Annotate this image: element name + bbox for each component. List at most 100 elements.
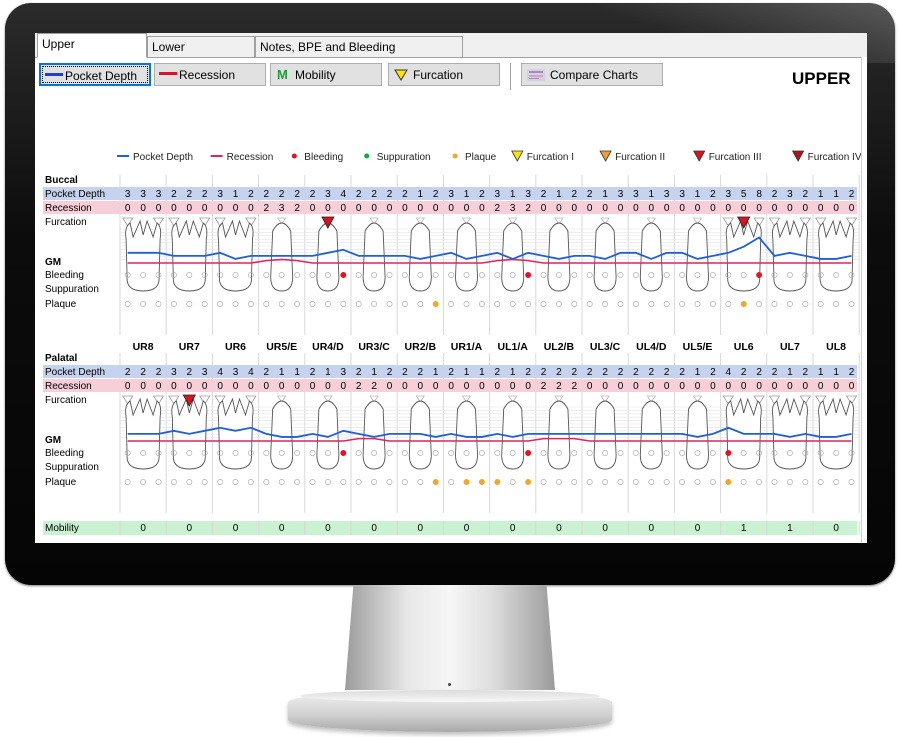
palatal-pd-value: 3	[202, 367, 208, 378]
palatal-rec-value: 0	[741, 381, 747, 392]
buccal-pd-value: 2	[710, 189, 716, 200]
palatal-pd-value: 1	[371, 367, 377, 378]
palatal-pd-value: 1	[464, 367, 470, 378]
pocket-depth-button[interactable]: Pocket Depth	[39, 63, 151, 86]
recession-line-icon	[159, 72, 177, 75]
palatal-bleed-site	[525, 450, 532, 456]
palatal-plaque-site	[463, 479, 470, 485]
palatal-plaque-site	[494, 479, 501, 485]
buccal-tooth	[639, 222, 663, 292]
palatal-rec-value: 0	[202, 381, 208, 392]
buccal-pd-value: 1	[510, 189, 516, 200]
buccal-supp-label: Suppuration	[45, 284, 99, 295]
buccal-rec-value: 3	[279, 203, 285, 214]
monitor-logo-dot	[448, 683, 451, 686]
buccal-tooth	[316, 222, 340, 292]
buccal-plaque-site	[740, 301, 747, 307]
tooth-label: UL6	[734, 341, 754, 353]
palatal-rec-value: 0	[772, 381, 778, 392]
tab-notes-bpe-bleeding[interactable]: Notes, BPE and Bleeding	[255, 36, 463, 57]
palatal-supp-label: Suppuration	[45, 462, 99, 473]
palatal-rec-value: 0	[726, 381, 732, 392]
tab-upper-label: Upper	[42, 37, 75, 51]
mobility-value: 0	[187, 523, 193, 534]
palatal-pd-value: 2	[356, 367, 362, 378]
palatal-pd-value: 2	[448, 367, 454, 378]
tab-lower[interactable]: Lower	[147, 36, 255, 57]
buccal-rec-value: 0	[125, 203, 131, 214]
furcation-button-label: Furcation	[413, 68, 464, 82]
buccal-rec-value: 0	[418, 203, 424, 214]
palatal-rec-value: 0	[849, 381, 855, 392]
buccal-pd-value: 3	[679, 189, 685, 200]
buccal-pd-value: 1	[602, 189, 608, 200]
legend-label-0: Pocket Depth	[133, 152, 193, 163]
monitor-stand-base-top	[300, 690, 600, 702]
tab-upper[interactable]: Upper	[37, 33, 147, 58]
palatal-pd-value: 2	[633, 367, 639, 378]
buccal-pd-value: 4	[341, 189, 347, 200]
buccal-rec-value: 3	[510, 203, 516, 214]
mobility-label: Mobility	[45, 523, 79, 534]
palatal-rec-value: 0	[171, 381, 177, 392]
tooth-label: UR7	[179, 341, 200, 353]
palatal-pd-value: 2	[402, 367, 408, 378]
mobility-value: 0	[325, 523, 331, 534]
buccal-pd-value: 2	[387, 189, 393, 200]
palatal-pd-label: Pocket Depth	[45, 367, 105, 378]
buccal-pd-value: 2	[433, 189, 439, 200]
buccal-rec-value: 0	[541, 203, 547, 214]
legend-label-7: Furcation III	[709, 152, 762, 163]
buccal-plaque-label: Plaque	[45, 299, 77, 310]
tooth-label: UL1/A	[498, 341, 529, 353]
palatal-pd-value: 2	[495, 367, 501, 378]
buccal-pd-value: 1	[233, 189, 239, 200]
palatal-rec-value: 0	[818, 381, 824, 392]
buccal-pd-value: 2	[541, 189, 547, 200]
buccal-pd-value: 1	[649, 189, 655, 200]
palatal-gm-label: GM	[45, 435, 61, 446]
palatal-pd-value: 2	[741, 367, 747, 378]
palatal-rec-value: 2	[541, 381, 547, 392]
palatal-rec-value: 0	[710, 381, 716, 392]
buccal-rec-value: 0	[171, 203, 177, 214]
palatal-pd-value: 2	[772, 367, 778, 378]
palatal-rec-value: 0	[510, 381, 516, 392]
palatal-pd-value: 1	[695, 367, 701, 378]
palatal-pd-value: 1	[325, 367, 331, 378]
palatal-pd-value: 2	[803, 367, 809, 378]
monitor-stand-neck	[345, 585, 555, 690]
buccal-rec-value: 0	[233, 203, 239, 214]
palatal-bleed-site	[340, 450, 347, 456]
toolbar-separator	[510, 63, 511, 90]
buccal-pd-value: 3	[495, 189, 501, 200]
palatal-tooth	[547, 400, 571, 470]
buccal-rec-value: 0	[387, 203, 393, 214]
buccal-pd-value: 8	[756, 189, 762, 200]
palatal-plaque-site	[478, 479, 485, 485]
mobility-button[interactable]: M Mobility	[270, 63, 382, 86]
palatal-rec-value: 0	[325, 381, 331, 392]
palatal-pd-value: 4	[217, 367, 223, 378]
palatal-rec-value: 0	[756, 381, 762, 392]
palatal-rec-value: 0	[248, 381, 254, 392]
furcation-button[interactable]: Furcation	[388, 63, 500, 86]
buccal-pd-value: 3	[125, 189, 131, 200]
tab-notes-label: Notes, BPE and Bleeding	[260, 40, 396, 54]
buccal-pd-value: 2	[371, 189, 377, 200]
buccal-pd-value: 2	[479, 189, 485, 200]
palatal-pd-value: 2	[849, 367, 855, 378]
buccal-pd-value: 2	[264, 189, 270, 200]
buccal-rec-value: 0	[448, 203, 454, 214]
buccal-rec-value: 0	[741, 203, 747, 214]
buccal-pd-value: 1	[464, 189, 470, 200]
compare-charts-button[interactable]: Compare Charts	[521, 63, 663, 86]
buccal-rec-value: 0	[187, 203, 193, 214]
buccal-furc-label: Furcation	[45, 217, 87, 228]
palatal-pd-value: 1	[510, 367, 516, 378]
tab-strip: Upper Lower Notes, BPE and Bleeding	[35, 33, 867, 58]
palatal-rec-value: 0	[495, 381, 501, 392]
buccal-pd-value: 3	[448, 189, 454, 200]
buccal-pd-value: 2	[356, 189, 362, 200]
recession-button[interactable]: Recession	[154, 63, 266, 86]
